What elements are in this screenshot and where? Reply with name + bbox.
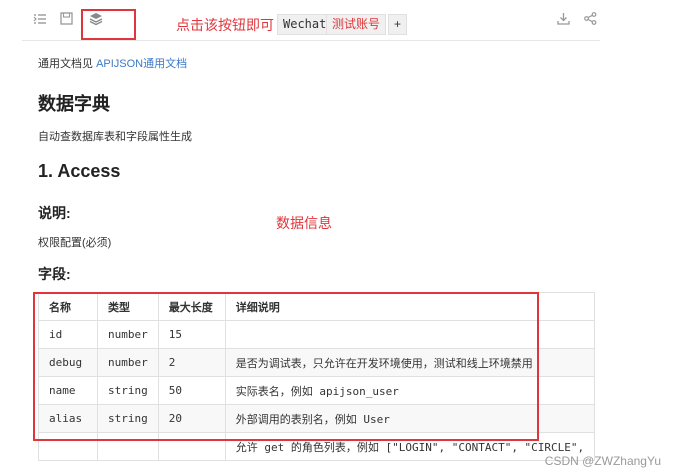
highlight-box-table xyxy=(33,292,539,441)
csdn-watermark: CSDN @ZWZhangYu xyxy=(544,454,661,468)
